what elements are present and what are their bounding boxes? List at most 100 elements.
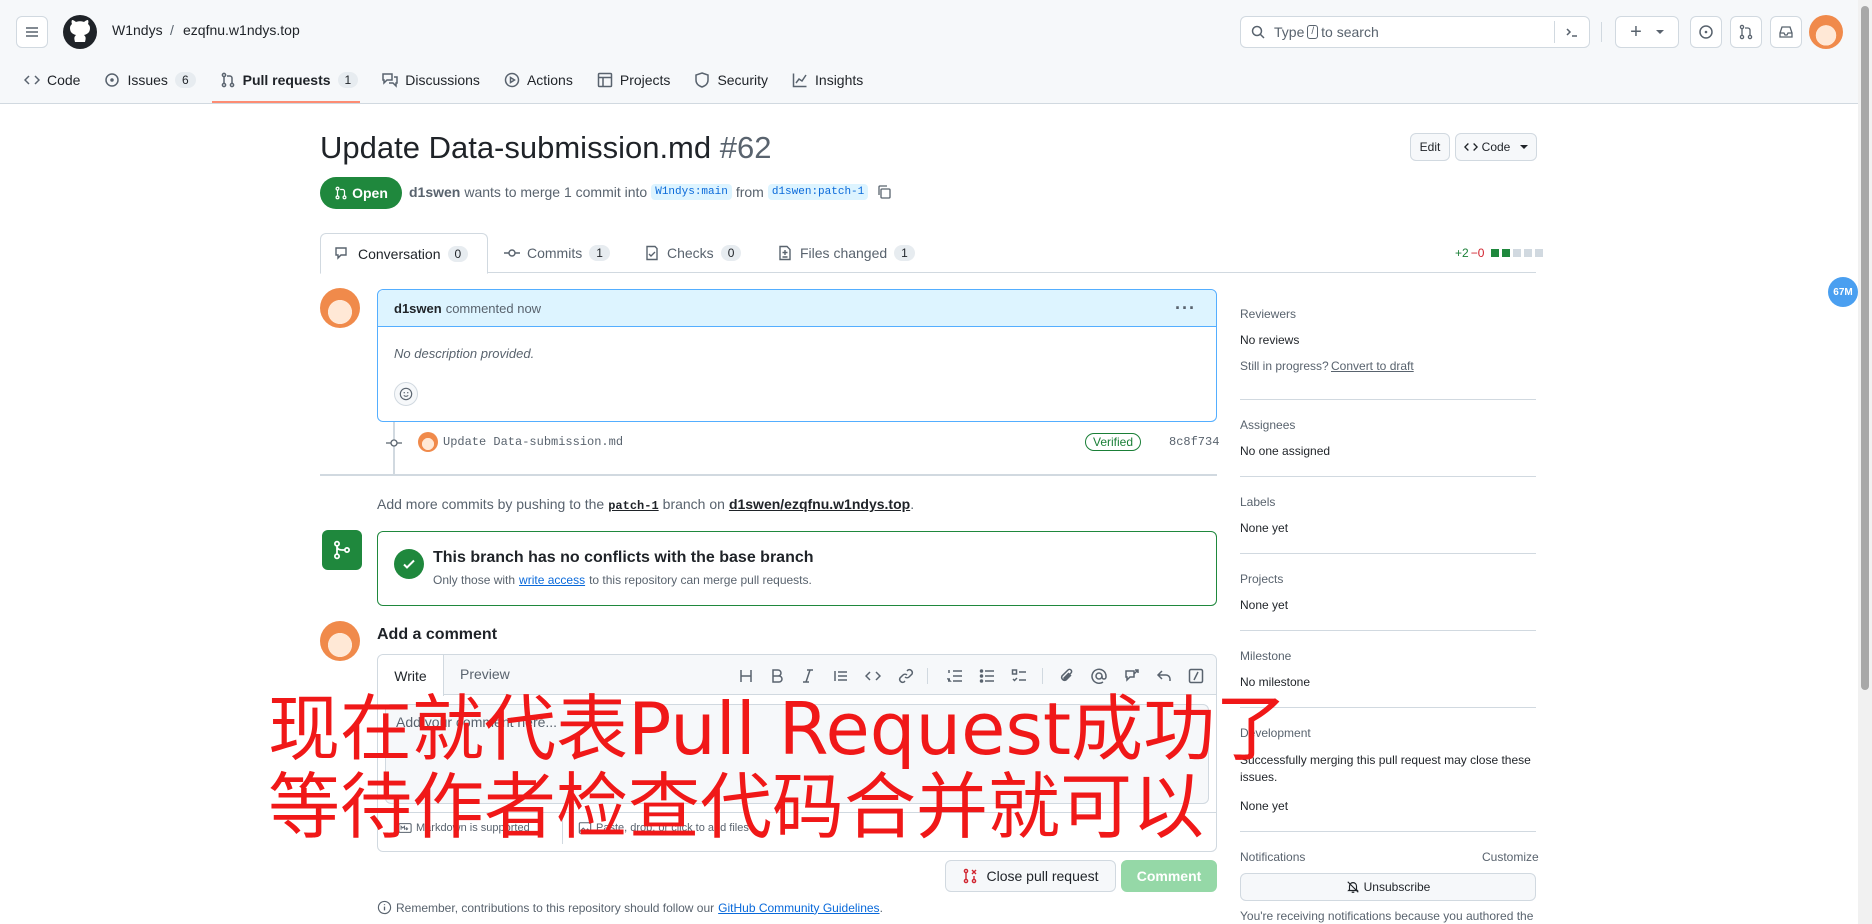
copy-icon[interactable]: [876, 184, 892, 200]
tab-security-label: Security: [717, 72, 769, 88]
kebab-horizontal-icon[interactable]: ···: [1175, 298, 1196, 319]
repo-nav: Code Issues 6 Pull requests 1 Discussion…: [22, 62, 875, 98]
comment-body: No description provided.: [394, 346, 535, 361]
repo-name-link[interactable]: ezqfnu.w1ndys.top: [183, 22, 300, 38]
user-avatar[interactable]: [1809, 15, 1843, 49]
convert-to-draft-link[interactable]: Convert to draft: [1331, 359, 1414, 373]
tab-files-changed[interactable]: Files changed 1: [763, 233, 929, 273]
comment-header: d1swen commented now ···: [378, 290, 1216, 327]
tab-projects[interactable]: Projects: [585, 62, 683, 98]
labels-heading[interactable]: Labels: [1240, 495, 1275, 509]
write-access-link[interactable]: write access: [519, 573, 585, 587]
search-shortcut-key: /: [1307, 25, 1319, 39]
commit-author-avatar[interactable]: [418, 432, 438, 452]
contribution-note-post: .: [879, 900, 883, 915]
task-list-button[interactable]: [1007, 664, 1031, 688]
quote-button[interactable]: [829, 664, 853, 688]
cross-reference-button[interactable]: [1120, 664, 1144, 688]
tab-checks-label: Checks: [667, 245, 714, 261]
menu-button[interactable]: [16, 16, 48, 48]
checklist-icon: [646, 245, 658, 261]
tab-conversation-label: Conversation: [358, 245, 441, 262]
mention-button[interactable]: [1087, 664, 1111, 688]
github-logo-icon[interactable]: [63, 15, 97, 49]
pr-meta: d1swen wants to merge 1 commit into W1nd…: [409, 184, 892, 200]
tab-insights-label: Insights: [815, 72, 864, 88]
play-icon: [504, 72, 520, 88]
heading-button[interactable]: [734, 664, 758, 688]
tab-conversation[interactable]: Conversation 0: [320, 233, 488, 274]
assignees-heading[interactable]: Assignees: [1240, 418, 1295, 432]
diff-block-added: [1502, 249, 1511, 257]
floating-badge[interactable]: 67M: [1828, 277, 1858, 307]
diff-block-added: [1491, 249, 1500, 257]
unordered-list-button[interactable]: [975, 664, 999, 688]
tab-pull-requests[interactable]: Pull requests 1: [208, 62, 371, 98]
comment-submit-button[interactable]: Comment: [1121, 860, 1217, 892]
edit-title-button[interactable]: Edit: [1410, 133, 1450, 161]
milestone-heading[interactable]: Milestone: [1240, 649, 1291, 663]
scrollbar-thumb[interactable]: [1861, 6, 1869, 690]
close-pr-label: Close pull request: [986, 868, 1099, 884]
diff-deletions: −0: [1470, 246, 1485, 260]
undo-button[interactable]: [1152, 664, 1176, 688]
projects-heading[interactable]: Projects: [1240, 572, 1283, 586]
add-reaction-button[interactable]: [394, 382, 418, 406]
close-pull-request-button[interactable]: Close pull request: [945, 860, 1116, 892]
search-placeholder-pre: Type: [1274, 24, 1305, 40]
tab-code[interactable]: Code: [22, 62, 92, 98]
tab-files-changed-label: Files changed: [800, 245, 888, 261]
pull-requests-button[interactable]: [1730, 16, 1762, 48]
reviewers-heading[interactable]: Reviewers: [1240, 307, 1296, 321]
conversation-count: 0: [447, 245, 469, 262]
tab-insights[interactable]: Insights: [780, 62, 875, 98]
selected-tab-indicator: [212, 101, 360, 103]
commit-message[interactable]: Update Data-submission.md: [443, 435, 623, 449]
inbox-button[interactable]: [1770, 16, 1802, 48]
command-palette-icon[interactable]: [1564, 24, 1580, 40]
commit-sha[interactable]: 8c8f734: [1169, 435, 1219, 449]
comment-author[interactable]: d1swen: [394, 301, 442, 316]
notifications-heading: Notifications: [1240, 850, 1306, 864]
tab-preview[interactable]: Preview: [460, 666, 510, 682]
head-branch[interactable]: d1swen:patch-1: [767, 184, 869, 200]
push-hint-branch[interactable]: patch-1: [608, 499, 658, 513]
tab-commits[interactable]: Commits 1: [490, 233, 624, 273]
code-button[interactable]: [861, 664, 885, 688]
unsubscribe-button[interactable]: Unsubscribe: [1240, 873, 1536, 901]
ordered-list-button[interactable]: [943, 664, 967, 688]
chevron-down-icon: [1520, 145, 1529, 149]
check-circle-icon: [394, 549, 424, 579]
tab-discussions[interactable]: Discussions: [370, 62, 492, 98]
mention-icon: [1091, 668, 1107, 684]
diff-block-neutral: [1535, 249, 1544, 257]
commit-icon: [504, 249, 520, 257]
link-icon: [898, 668, 914, 684]
issues-button[interactable]: [1690, 16, 1722, 48]
tab-actions[interactable]: Actions: [492, 62, 585, 98]
repo-owner-link[interactable]: W1ndys: [112, 22, 163, 38]
community-guidelines-link[interactable]: GitHub Community Guidelines: [718, 901, 879, 915]
tab-checks[interactable]: Checks 0: [630, 233, 755, 273]
bold-button[interactable]: [765, 664, 789, 688]
base-branch[interactable]: W1ndys:main: [651, 184, 732, 200]
attach-button[interactable]: [1055, 664, 1079, 688]
tab-issues[interactable]: Issues 6: [92, 62, 207, 98]
merge-icon-badge: [322, 530, 362, 570]
link-button[interactable]: [894, 664, 918, 688]
slash-commands-button[interactable]: [1184, 664, 1208, 688]
pr-author-link[interactable]: d1swen: [409, 184, 460, 200]
customize-link[interactable]: Customize: [1482, 850, 1539, 864]
viewer-avatar[interactable]: [320, 621, 360, 661]
issue-opened-icon: [1699, 25, 1713, 39]
search-input[interactable]: Type / to search: [1240, 16, 1590, 48]
code-dropdown-button[interactable]: Code: [1455, 133, 1537, 161]
tab-security[interactable]: Security: [682, 62, 780, 98]
italic-button[interactable]: [796, 664, 820, 688]
author-avatar[interactable]: [320, 288, 360, 328]
push-hint-repo[interactable]: d1swen/ezqfnu.w1ndys.top: [729, 496, 910, 512]
notification-reason: You're receiving notifications because y…: [1240, 909, 1534, 923]
verified-badge[interactable]: Verified: [1085, 433, 1142, 451]
development-value: None yet: [1240, 799, 1289, 813]
create-new-button[interactable]: +: [1615, 16, 1679, 48]
